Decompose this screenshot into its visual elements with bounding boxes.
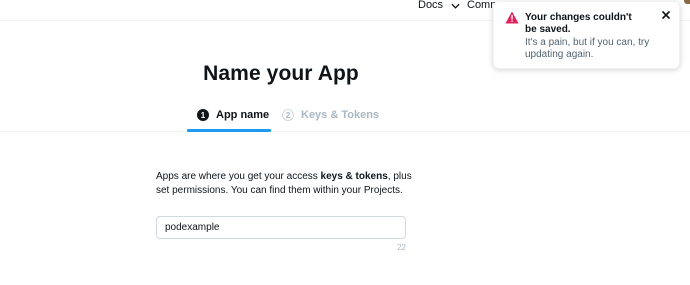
toast-message: It's a pain, but if you can, try updatin… (525, 37, 650, 60)
page-title: Name your App (203, 62, 359, 85)
close-icon[interactable] (661, 10, 671, 20)
step-label: App name (216, 109, 270, 121)
intro-text: Apps are where you get your access keys … (156, 170, 416, 198)
warning-icon (505, 11, 519, 24)
intro-text-bold: keys & tokens (320, 171, 388, 182)
step-keys-tokens[interactable]: 2 Keys & Tokens (282, 109, 379, 121)
step-number-badge: 2 (282, 109, 294, 121)
step-number-badge: 1 (197, 109, 209, 121)
char-count: 22 (397, 243, 406, 252)
step-app-name[interactable]: 1 App name (197, 109, 269, 121)
chevron-down-icon (451, 3, 460, 9)
stepper: 1 App name 2 Keys & Tokens (0, 104, 690, 132)
nav-docs-menu[interactable]: Docs (418, 0, 460, 11)
error-toast: Your changes couldn't be saved. It's a p… (493, 1, 680, 69)
toast-title: Your changes couldn't be saved. (525, 12, 632, 35)
active-step-indicator (187, 129, 271, 132)
app-name-input[interactable] (156, 216, 406, 239)
stepper-divider (0, 131, 690, 132)
avatar[interactable] (684, 0, 690, 4)
nav-docs-label: Docs (418, 0, 444, 11)
intro-text-before: Apps are where you get your access (156, 171, 321, 182)
step-label: Keys & Tokens (301, 109, 380, 121)
